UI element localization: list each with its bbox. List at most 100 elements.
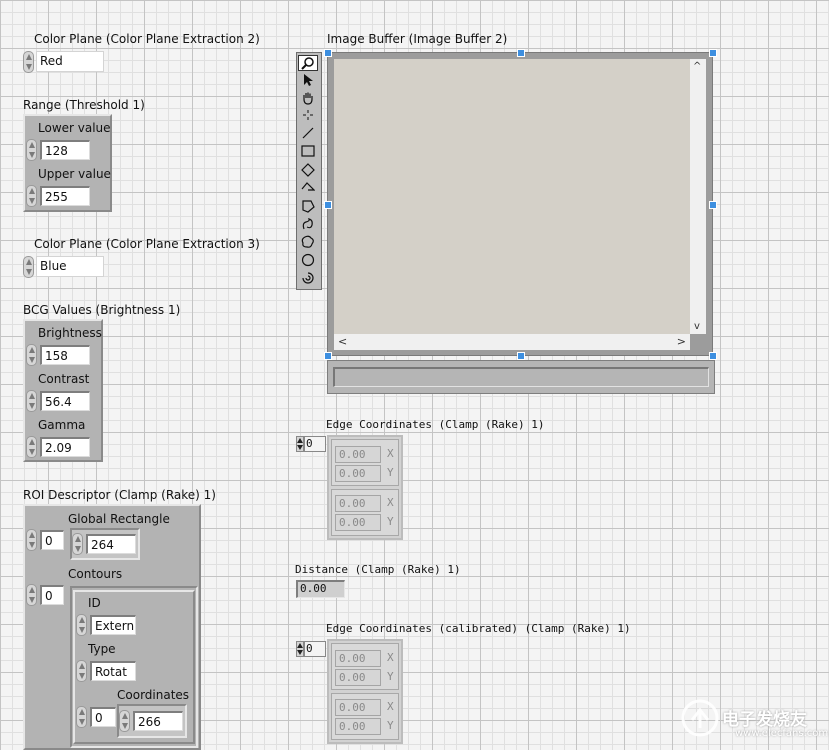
- scroll-left-icon[interactable]: <: [338, 335, 347, 348]
- resize-handle[interactable]: [709, 49, 717, 57]
- edge-x-label: X: [387, 496, 394, 509]
- edge-point: 0.00 X 0.00 Y: [331, 693, 399, 740]
- edge-y-value: 0.00: [335, 514, 381, 531]
- global-rectangle-index-spin[interactable]: [26, 529, 37, 551]
- coordinates-spin[interactable]: [119, 710, 130, 732]
- contours-index-field[interactable]: 0: [40, 585, 64, 605]
- coordinates-field[interactable]: 266: [133, 711, 183, 731]
- contour-type-field[interactable]: Rotat: [90, 661, 136, 681]
- resize-handle[interactable]: [517, 352, 525, 360]
- coordinates-index-field[interactable]: 0: [90, 707, 116, 727]
- brightness-spin[interactable]: [26, 344, 37, 366]
- roi-cluster: Global Rectangle 0 264 Contours 0 ID Ext…: [23, 504, 201, 750]
- freehand-line-icon[interactable]: [298, 217, 318, 233]
- tool-palette: [296, 52, 322, 290]
- edge-coordinates-calibrated-index[interactable]: 0: [296, 641, 326, 657]
- line-icon[interactable]: [298, 127, 318, 143]
- edge-x-value: 0.00: [335, 495, 381, 512]
- rectangle-icon[interactable]: [298, 145, 318, 161]
- point-icon[interactable]: [298, 109, 318, 125]
- edge-y-label: Y: [387, 719, 394, 732]
- color-plane-2-value[interactable]: Red: [36, 51, 104, 72]
- edge-x-label: X: [387, 651, 394, 664]
- edge-x-label: X: [387, 700, 394, 713]
- gamma-spin[interactable]: [26, 436, 37, 458]
- contours-index-spin[interactable]: [26, 584, 37, 606]
- zoom-icon[interactable]: [298, 55, 318, 71]
- global-rectangle-array: 264: [70, 528, 140, 560]
- coordinates-label: Coordinates: [117, 688, 190, 702]
- color-plane-2-label: Color Plane (Color Plane Extraction 2): [34, 32, 260, 46]
- horizontal-scrollbar[interactable]: < >: [334, 334, 690, 350]
- contour-cluster: ID Extern Type Rotat Coordinates 0 266: [73, 590, 195, 744]
- global-rectangle-field[interactable]: 264: [86, 534, 136, 554]
- lower-value-field[interactable]: 128: [40, 140, 90, 160]
- edge-coordinates-calibrated-label: Edge Coordinates (calibrated) (Clamp (Ra…: [326, 622, 631, 635]
- image-status-bar: [327, 360, 715, 394]
- edge-coordinates-calibrated-index-spin[interactable]: [296, 641, 304, 657]
- edge-coordinates-array: 0.00 X 0.00 Y 0.00 X 0.00 Y: [327, 435, 403, 540]
- global-rectangle-spin[interactable]: [72, 533, 83, 555]
- rotated-rect-icon[interactable]: [298, 163, 318, 179]
- color-plane-3-label: Color Plane (Color Plane Extraction 3): [34, 237, 260, 251]
- contour-id-spin[interactable]: [76, 614, 87, 636]
- vertical-scrollbar[interactable]: ^ v: [690, 59, 706, 334]
- polyline-icon[interactable]: [298, 181, 318, 197]
- edge-x-value: 0.00: [335, 446, 381, 463]
- resize-handle[interactable]: [324, 352, 332, 360]
- color-plane-3-value[interactable]: Blue: [36, 256, 104, 277]
- lower-value-label: Lower value: [38, 121, 111, 135]
- range-label: Range (Threshold 1): [23, 98, 145, 112]
- resize-handle[interactable]: [709, 352, 717, 360]
- scroll-right-icon[interactable]: >: [677, 335, 686, 348]
- contours-array: ID Extern Type Rotat Coordinates 0 266: [70, 586, 198, 748]
- edge-coordinates-index-field[interactable]: 0: [304, 436, 326, 452]
- edge-coordinates-calibrated-index-field[interactable]: 0: [304, 641, 326, 657]
- scroll-down-icon[interactable]: v: [694, 321, 700, 332]
- brightness-field[interactable]: 158: [40, 345, 90, 365]
- color-plane-2-spin[interactable]: [23, 51, 34, 73]
- status-field: [333, 367, 709, 387]
- gamma-label: Gamma: [38, 418, 86, 432]
- edge-y-label: Y: [387, 466, 394, 479]
- brightness-label: Brightness: [38, 326, 102, 340]
- annulus-icon[interactable]: [298, 271, 318, 287]
- resize-handle[interactable]: [324, 49, 332, 57]
- freehand-region-icon[interactable]: [298, 235, 318, 251]
- edge-point: 0.00 X 0.00 Y: [331, 439, 399, 486]
- resize-handle[interactable]: [324, 201, 332, 209]
- upper-value-field[interactable]: 255: [40, 186, 90, 206]
- edge-coordinates-index[interactable]: 0: [296, 436, 326, 452]
- gamma-field[interactable]: 2.09: [40, 437, 90, 457]
- edge-y-value: 0.00: [335, 718, 381, 735]
- pan-icon[interactable]: [298, 91, 318, 107]
- color-plane-3-spin[interactable]: [23, 256, 34, 278]
- edge-point: 0.00 X 0.00 Y: [331, 643, 399, 690]
- image-display[interactable]: [334, 59, 690, 334]
- lower-value-spin[interactable]: [26, 139, 37, 161]
- distance-indicator: 0.00: [296, 580, 345, 598]
- pointer-icon[interactable]: [298, 73, 318, 89]
- labview-front-panel: { "color_plane_2": {"label": "Color Plan…: [0, 0, 829, 750]
- contour-id-label: ID: [88, 596, 101, 610]
- scroll-up-icon[interactable]: ^: [693, 61, 701, 72]
- resize-handle[interactable]: [709, 201, 717, 209]
- edge-y-value: 0.00: [335, 465, 381, 482]
- upper-value-spin[interactable]: [26, 185, 37, 207]
- contour-type-label: Type: [88, 642, 116, 656]
- edge-x-label: X: [387, 447, 394, 460]
- edge-x-value: 0.00: [335, 650, 381, 667]
- polygon-icon[interactable]: [298, 199, 318, 215]
- contour-type-spin[interactable]: [76, 660, 87, 682]
- resize-handle[interactable]: [517, 49, 525, 57]
- coordinates-index-spin[interactable]: [76, 706, 87, 728]
- contour-id-field[interactable]: Extern: [90, 615, 136, 635]
- oval-icon[interactable]: [298, 253, 318, 269]
- edge-coordinates-index-spin[interactable]: [296, 436, 304, 452]
- contrast-spin[interactable]: [26, 390, 37, 412]
- edge-coordinates-calibrated-array: 0.00 X 0.00 Y 0.00 X 0.00 Y: [327, 639, 403, 744]
- contrast-field[interactable]: 56.4: [40, 391, 90, 411]
- edge-y-value: 0.00: [335, 669, 381, 686]
- edge-y-label: Y: [387, 515, 394, 528]
- global-rectangle-index-field[interactable]: 0: [40, 530, 64, 550]
